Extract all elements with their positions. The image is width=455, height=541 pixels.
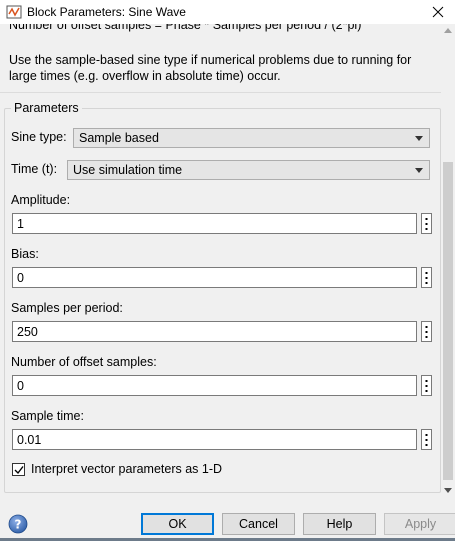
sample-time-value: 0.01 [17, 433, 42, 447]
apply-button[interactable]: Apply [384, 513, 455, 535]
offset-samples-label: Number of offset samples: [11, 355, 157, 369]
close-icon [432, 6, 444, 18]
scroll-up-arrow-icon[interactable] [444, 28, 452, 33]
amplitude-value: 1 [17, 217, 24, 231]
chevron-down-icon [415, 168, 423, 173]
samples-per-period-value: 250 [17, 325, 38, 339]
help-button[interactable]: Help [303, 513, 376, 535]
amplitude-options-button[interactable] [421, 213, 432, 234]
sine-type-dropdown[interactable]: Sample based [73, 128, 430, 148]
scroll-down-arrow-icon[interactable] [444, 488, 452, 493]
interpret-vector-label[interactable]: Interpret vector parameters as 1-D [31, 462, 222, 476]
time-value: Use simulation time [73, 163, 183, 177]
window-title: Block Parameters: Sine Wave [27, 5, 186, 19]
time-dropdown[interactable]: Use simulation time [67, 160, 430, 180]
amplitude-label: Amplitude: [11, 193, 71, 207]
description-panel: Number of offset samples = Phase * Sampl… [0, 24, 441, 93]
sample-time-options-button[interactable] [421, 429, 432, 450]
samples-per-period-field[interactable]: 250 [12, 321, 417, 342]
more-options-icon [425, 218, 428, 230]
sine-type-label: Sine type: [11, 130, 67, 144]
more-options-icon [425, 434, 428, 446]
svg-text:?: ? [15, 518, 22, 532]
more-options-icon [425, 326, 428, 338]
amplitude-field[interactable]: 1 [12, 213, 417, 234]
description-line-3: large times (e.g. overflow in absolute t… [9, 69, 281, 83]
sample-time-field[interactable]: 0.01 [12, 429, 417, 450]
scrollbar-thumb[interactable] [443, 162, 453, 480]
time-label: Time (t): [11, 162, 58, 176]
offset-samples-field[interactable]: 0 [12, 375, 417, 396]
description-line-2: Use the sample-based sine type if numeri… [9, 53, 412, 67]
more-options-icon [425, 380, 428, 392]
vertical-scrollbar[interactable] [441, 24, 455, 498]
dialog-footer: ? OK Cancel Help Apply [0, 498, 455, 541]
description-line-1: Number of offset samples = Phase * Sampl… [9, 24, 362, 32]
bias-label: Bias: [11, 247, 39, 261]
parameters-group: Parameters Sine type: Sample based Time … [4, 101, 441, 493]
bias-value: 0 [17, 271, 24, 285]
parameters-group-label: Parameters [11, 101, 82, 115]
cancel-button[interactable]: Cancel [222, 513, 295, 535]
parameters-scroll-area: Number of offset samples = Phase * Sampl… [0, 24, 441, 498]
sample-time-label: Sample time: [11, 409, 84, 423]
offset-samples-options-button[interactable] [421, 375, 432, 396]
bias-options-button[interactable] [421, 267, 432, 288]
close-button[interactable] [421, 0, 455, 24]
sine-type-value: Sample based [79, 131, 159, 145]
help-icon[interactable]: ? [8, 514, 28, 534]
simulink-app-icon [6, 5, 22, 19]
checkmark-icon [14, 466, 24, 475]
bias-field[interactable]: 0 [12, 267, 417, 288]
samples-per-period-options-button[interactable] [421, 321, 432, 342]
chevron-down-icon [415, 136, 423, 141]
samples-per-period-label: Samples per period: [11, 301, 123, 315]
more-options-icon [425, 272, 428, 284]
description-divider [0, 92, 441, 93]
offset-samples-value: 0 [17, 379, 24, 393]
title-bar: Block Parameters: Sine Wave [0, 0, 455, 24]
interpret-vector-checkbox[interactable] [12, 463, 25, 476]
ok-button[interactable]: OK [141, 513, 214, 535]
